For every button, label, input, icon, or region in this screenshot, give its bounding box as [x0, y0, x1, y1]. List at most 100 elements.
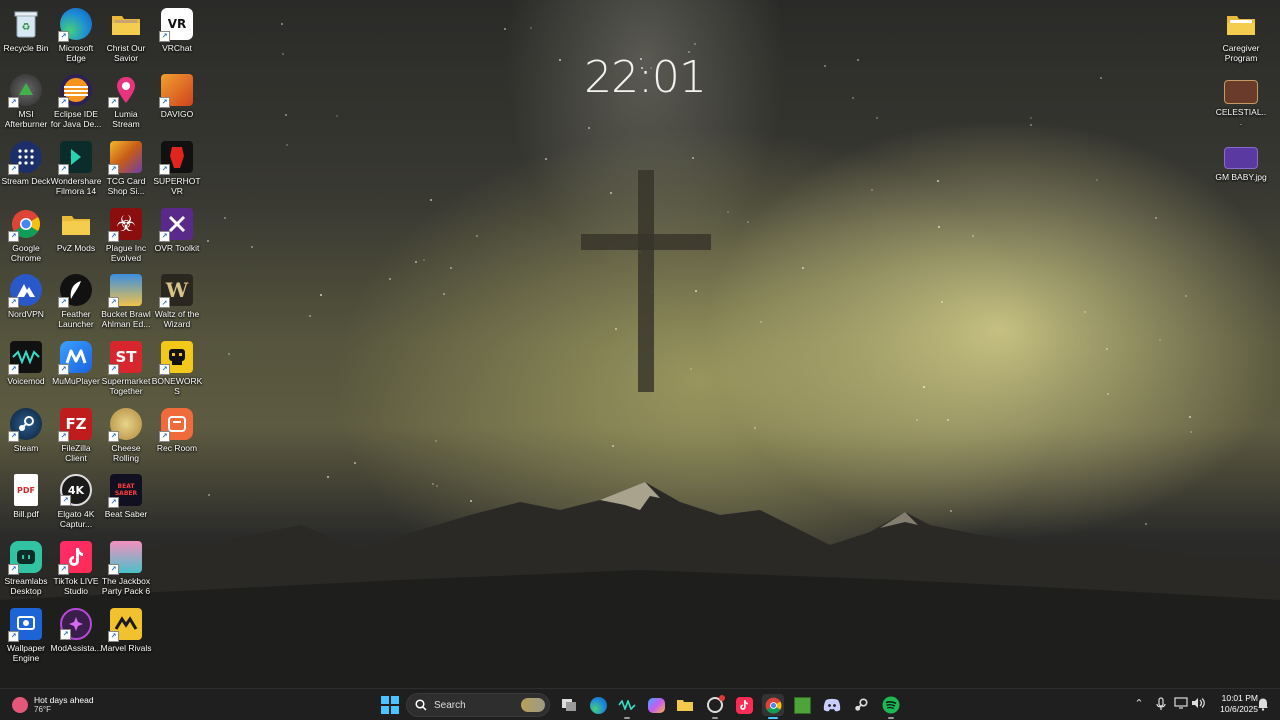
vrchat-icon[interactable]: VR ↗ VRChat — [151, 4, 203, 70]
pvz-mods-folder-icon[interactable]: PvZ Mods — [50, 204, 102, 270]
minecraft-icon — [793, 696, 811, 714]
stream-deck-glyph: ↗ — [8, 141, 42, 175]
jackbox-party-pack-icon[interactable]: ↗ The Jackbox Party Pack 6 — [100, 537, 152, 603]
taskbar-clock[interactable]: 10:01 PM 10/6/2025 — [1208, 693, 1258, 715]
lumia-stream-icon[interactable]: ↗ Lumia Stream — [100, 70, 152, 136]
search-highlight-icon — [521, 698, 545, 712]
taskbar-edge-button[interactable] — [587, 694, 609, 716]
taskbar-discord-button[interactable] — [821, 694, 843, 716]
show-hidden-icons-button[interactable]: ⌃ — [1132, 697, 1146, 713]
wallpaper-star — [690, 368, 692, 370]
wallpaper-engine-glyph: ↗ — [8, 608, 42, 642]
eclipse-ide-icon[interactable]: ↗ Eclipse IDE for Java De... — [50, 70, 102, 136]
rec-room-glyph: ↗ — [159, 408, 193, 442]
taskbar-file-explorer-button[interactable] — [674, 694, 696, 716]
taskbar-spotify-button[interactable] — [880, 694, 902, 719]
icon-label: Lumia Stream — [112, 109, 140, 129]
shortcut-arrow-icon: ↗ — [108, 297, 119, 308]
superhot-vr-icon[interactable]: ↗ SUPERHOT VR — [151, 137, 203, 203]
filezilla-glyph: FZ ↗ — [58, 408, 92, 442]
recycle-bin-icon[interactable]: ♻ Recycle Bin — [0, 4, 52, 70]
wallpaper-clock: 22:01 — [584, 52, 707, 103]
shortcut-arrow-icon: ↗ — [58, 297, 69, 308]
cheese-rolling-icon[interactable]: ↗ Cheese Rolling — [100, 404, 152, 470]
waltz-of-the-wizard-icon[interactable]: W ↗ Waltz of the Wizard — [151, 270, 203, 336]
stream-deck-icon[interactable]: ↗ Stream Deck — [0, 137, 52, 203]
wallpaper-star — [1084, 311, 1086, 313]
celestial-file-icon[interactable]: CELESTIAL... — [1215, 70, 1267, 136]
icon-label: Elgato 4K Captur... — [57, 509, 95, 529]
start-button[interactable] — [380, 695, 400, 715]
taskbar-steam-button[interactable] — [850, 694, 872, 716]
icon-label: MuMuPlayer — [52, 376, 100, 386]
filmora-icon[interactable]: ↗ Wondershare Filmora 14 — [50, 137, 102, 203]
mumuplayer-icon[interactable]: ↗ MuMuPlayer — [50, 337, 102, 403]
taskbar-voicemod-button[interactable] — [616, 694, 638, 719]
filezilla-icon[interactable]: FZ ↗ FileZilla Client — [50, 404, 102, 470]
eclipse-glyph: ↗ — [58, 74, 92, 108]
gm-baby-jpg-icon[interactable]: GM BABY.jpg — [1215, 137, 1267, 203]
task-view-button[interactable] — [558, 694, 580, 716]
feather-launcher-icon[interactable]: ↗ Feather Launcher — [50, 270, 102, 336]
taskbar-copilot-button[interactable] — [645, 694, 667, 716]
microphone-button[interactable] — [1154, 697, 1168, 713]
shortcut-arrow-icon: ↗ — [58, 431, 69, 442]
microsoft-edge-icon[interactable]: ↗ Microsoft Edge — [50, 4, 102, 70]
tcg-card-shop-glyph: ↗ — [108, 141, 142, 175]
rec-room-icon[interactable]: ↗ Rec Room — [151, 404, 203, 470]
steam-icon[interactable]: ↗ Steam — [0, 404, 52, 470]
elgato-4k-icon[interactable]: 4K ↗ Elgato 4K Captur... — [50, 470, 102, 536]
ovr-toolkit-glyph: ↗ — [159, 208, 193, 242]
beat-saber-icon[interactable]: BEAT SABER ↗ Beat Saber — [100, 470, 152, 536]
taskbar-search-box[interactable]: Search — [406, 693, 550, 717]
icon-label: CELESTIAL... — [1215, 107, 1267, 127]
taskbar-minecraft-button[interactable] — [791, 694, 813, 716]
msi-afterburner-icon[interactable]: ↗ MSI Afterburner — [0, 70, 52, 136]
wallpaper-star — [1030, 124, 1032, 126]
volume-button[interactable] — [1191, 697, 1205, 713]
wallpaper-star — [871, 189, 873, 191]
boneworks-icon[interactable]: ↗ BONEWORKS — [151, 337, 203, 403]
wallpaper-star — [476, 235, 478, 237]
plague-inc-icon[interactable]: ☣ ↗ Plague Inc Evolved — [100, 204, 152, 270]
taskbar-tiktok-button[interactable] — [733, 694, 755, 716]
wallpaper-star — [1106, 348, 1108, 350]
bucket-brawl-icon[interactable]: ↗ Bucket Brawl Ahlman Ed... — [100, 270, 152, 336]
bill-pdf-icon[interactable]: PDF Bill.pdf — [0, 470, 52, 536]
caregiver-program-folder-icon[interactable]: Caregiver Program — [1215, 4, 1267, 70]
vrchat-text: VR — [167, 17, 187, 31]
nordvpn-icon[interactable]: ↗ NordVPN — [0, 270, 52, 336]
discord-icon — [823, 698, 841, 712]
weather-widget[interactable]: Hot days ahead 76°F — [12, 692, 94, 718]
christ-our-savior-folder-icon[interactable]: Christ Our Savior — [100, 4, 152, 70]
beat-saber-text: BEAT SABER — [114, 483, 138, 497]
modassistant-icon[interactable]: ↗ ModAssista... — [50, 604, 102, 670]
jackbox-glyph: ↗ — [108, 541, 142, 575]
taskbar-obs-button[interactable] — [704, 694, 726, 719]
wallpaper-star — [1096, 179, 1098, 181]
shortcut-arrow-icon: ↗ — [108, 564, 119, 575]
icon-label: TCG Card Shop Si... — [106, 176, 146, 196]
network-button[interactable] — [1174, 697, 1188, 713]
wallpaper-star — [282, 53, 284, 55]
davigo-icon[interactable]: ↗ DAVIGO — [151, 70, 203, 136]
google-chrome-icon[interactable]: ↗ Google Chrome — [0, 204, 52, 270]
wallpaper-star — [530, 27, 532, 29]
taskbar-chrome-button[interactable] — [762, 694, 784, 719]
search-icon — [415, 699, 427, 711]
wallpaper-star — [916, 419, 918, 421]
streamlabs-desktop-icon[interactable]: ↗ Streamlabs Desktop — [0, 537, 52, 603]
supermarket-together-icon[interactable]: ST ↗ Supermarket Together — [100, 337, 152, 403]
shortcut-arrow-icon: ↗ — [8, 431, 19, 442]
image-thumbnail-glyph — [1224, 80, 1258, 104]
marvel-rivals-icon[interactable]: ↗ Marvel Rivals — [100, 604, 152, 670]
spotify-icon — [882, 696, 900, 714]
notifications-button[interactable] — [1256, 697, 1270, 713]
shortcut-arrow-icon: ↗ — [8, 364, 19, 375]
tcg-card-shop-icon[interactable]: ↗ TCG Card Shop Si... — [100, 137, 152, 203]
wallpaper-star — [1100, 77, 1102, 79]
wallpaper-engine-icon[interactable]: ↗ Wallpaper Engine — [0, 604, 52, 670]
voicemod-icon[interactable]: ↗ Voicemod — [0, 337, 52, 403]
ovr-toolkit-icon[interactable]: ↗ OVR Toolkit — [151, 204, 203, 270]
tiktok-live-studio-icon[interactable]: ↗ TikTok LIVE Studio — [50, 537, 102, 603]
